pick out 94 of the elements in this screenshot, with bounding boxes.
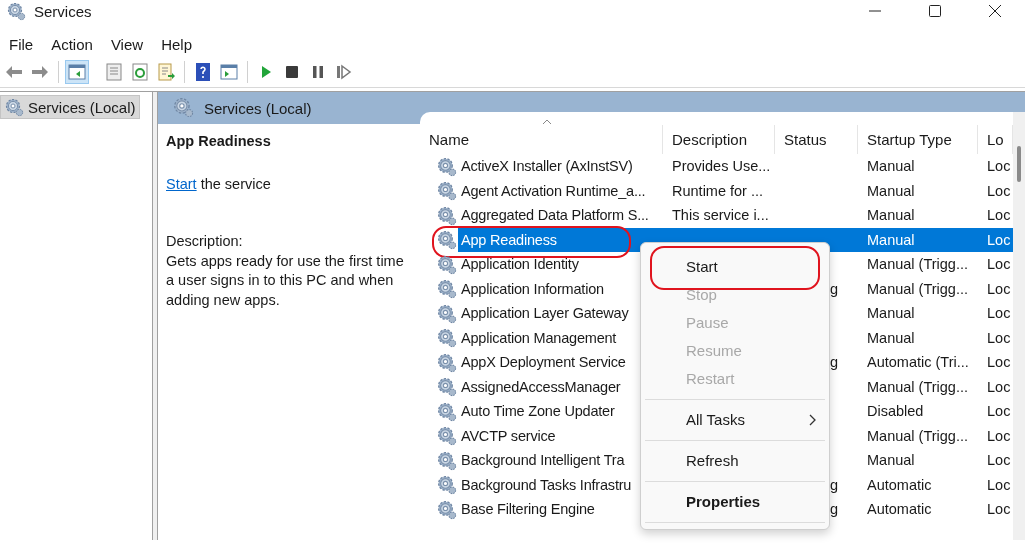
- startup-type-cell-text: Manual: [866, 328, 916, 348]
- gear-icon: [436, 180, 457, 202]
- log-on-cell-text: Loc: [986, 475, 1012, 495]
- startup-type-cell-text: Manual: [866, 206, 916, 225]
- menu-item[interactable]: View: [101, 36, 153, 53]
- log-on-cell-text: Loc: [986, 304, 1012, 323]
- log-on-cell-text: Loc: [986, 279, 1012, 299]
- startup-type-cell-text: Manual (Trigg...: [866, 377, 969, 397]
- menu-item[interactable]: Action: [42, 36, 102, 53]
- service-name[interactable]: Background Intelligent Tra: [459, 449, 627, 472]
- service-name[interactable]: Base Filtering Engine: [459, 498, 597, 521]
- maximize-icon[interactable]: [929, 5, 941, 17]
- startup-type-cell-text: Disabled: [866, 402, 925, 421]
- startup-type-cell-text: Automatic (Tri...: [866, 353, 970, 372]
- description-text: Gets apps ready for use the first time a user signs in to this PC and when adding new apps.: [166, 251, 405, 310]
- startup-type-cell-text: Manual: [866, 451, 916, 470]
- menu-item[interactable]: Properties: [641, 488, 829, 516]
- start-link[interactable]: Start: [166, 175, 197, 192]
- service-title: App Readiness: [166, 132, 272, 151]
- startup-type-cell-text: Manual: [866, 181, 916, 201]
- log-on-cell-text: Loc: [986, 328, 1012, 348]
- service-name[interactable]: Application Identity: [459, 253, 581, 276]
- menu-item[interactable]: All Tasks: [641, 406, 829, 434]
- status-cell: g: [829, 501, 838, 517]
- startup-type-cell-text: Manual (Trigg...: [866, 426, 969, 446]
- description-label: Description:: [166, 232, 244, 251]
- startup-type-cell-text: Manual: [866, 230, 916, 250]
- column-header[interactable]: Description: [663, 125, 775, 154]
- service-name[interactable]: App Readiness: [459, 228, 559, 251]
- description-cell: Runtime for ...: [672, 182, 764, 199]
- service-name[interactable]: AVCTP service: [459, 424, 558, 447]
- gear-icon: [436, 302, 457, 324]
- startup-type-cell-text: Automatic: [866, 475, 933, 495]
- startup-type-cell-text: Manual (Trigg...: [866, 279, 969, 299]
- description-cell: Provides Use...: [672, 158, 771, 174]
- window-title: Services: [34, 2, 92, 20]
- startup-type-cell-text: Manual (Trigg...: [866, 255, 969, 274]
- startup-type-cell-text: Automatic: [866, 500, 933, 519]
- gear-icon: [436, 425, 457, 447]
- gear-icon: [436, 449, 457, 471]
- startup-type-cell-text: Manual: [866, 157, 916, 176]
- gear-icon: [436, 253, 457, 275]
- log-on-cell-text: Loc: [986, 500, 1012, 519]
- log-on-cell-text: Loc: [986, 426, 1012, 446]
- service-name[interactable]: ActiveX Installer (AxInstSV): [459, 155, 635, 178]
- log-on-cell-text: Loc: [986, 157, 1012, 176]
- service-name[interactable]: AssignedAccessManager: [459, 375, 623, 398]
- service-name[interactable]: Application Information: [459, 277, 606, 300]
- menu-item[interactable]: File: [0, 36, 43, 53]
- gear-icon: [436, 498, 457, 520]
- log-on-cell-text: Loc: [986, 255, 1012, 274]
- column-header[interactable]: Status: [775, 125, 858, 154]
- gear-icon: [436, 400, 457, 422]
- column-header[interactable]: Startup Type: [858, 125, 978, 154]
- menu-item[interactable]: Start: [641, 253, 829, 281]
- gear-icon: [436, 376, 457, 398]
- log-on-cell-text: Loc: [986, 206, 1012, 225]
- gear-icon: [436, 351, 457, 373]
- status-cell: g: [829, 354, 838, 370]
- chevron-icon: [809, 414, 817, 426]
- scrollbar[interactable]: [1013, 112, 1025, 540]
- gear-icon: [436, 229, 457, 251]
- pane-title: Services (Local): [204, 99, 312, 117]
- log-on-cell-text: Loc: [986, 402, 1012, 421]
- gear-icon: [4, 97, 24, 117]
- gear-icon: [436, 474, 457, 496]
- service-name[interactable]: Application Layer Gateway: [459, 302, 631, 325]
- service-name[interactable]: Auto Time Zone Updater: [459, 400, 617, 423]
- log-on-cell-text: Loc: [986, 353, 1012, 372]
- tree-item[interactable]: Services (Local): [0, 95, 140, 119]
- description-cell: This service i...: [672, 207, 769, 223]
- column-header[interactable]: Name: [420, 125, 663, 154]
- service-name[interactable]: AppX Deployment Service: [459, 351, 628, 374]
- gear-icon: [436, 327, 457, 349]
- gear-icon: [172, 96, 194, 118]
- gear-icon: [436, 204, 457, 226]
- log-on-cell-text: Loc: [986, 377, 1012, 397]
- close-icon[interactable]: [989, 5, 1001, 17]
- gear-icon: [436, 155, 457, 177]
- pane-toggle-icon[interactable]: [65, 60, 89, 84]
- startup-type-cell-text: Manual: [866, 304, 916, 323]
- service-name[interactable]: Application Management: [459, 326, 619, 349]
- log-on-cell-text: Loc: [986, 181, 1012, 201]
- log-on-cell-text: Loc: [986, 230, 1012, 250]
- status-cell: g: [829, 280, 838, 297]
- log-on-cell-text: Loc: [986, 451, 1012, 470]
- service-name[interactable]: Aggregated Data Platform S...: [459, 204, 651, 227]
- service-name[interactable]: Background Tasks Infrastru: [459, 473, 634, 496]
- menu-item[interactable]: Help: [152, 36, 201, 53]
- menu-item[interactable]: Refresh: [641, 447, 829, 475]
- action-text: the service: [200, 175, 271, 192]
- gear-icon: [436, 278, 457, 300]
- status-cell: g: [829, 476, 838, 493]
- service-name[interactable]: Agent Activation Runtime_a...: [459, 179, 648, 202]
